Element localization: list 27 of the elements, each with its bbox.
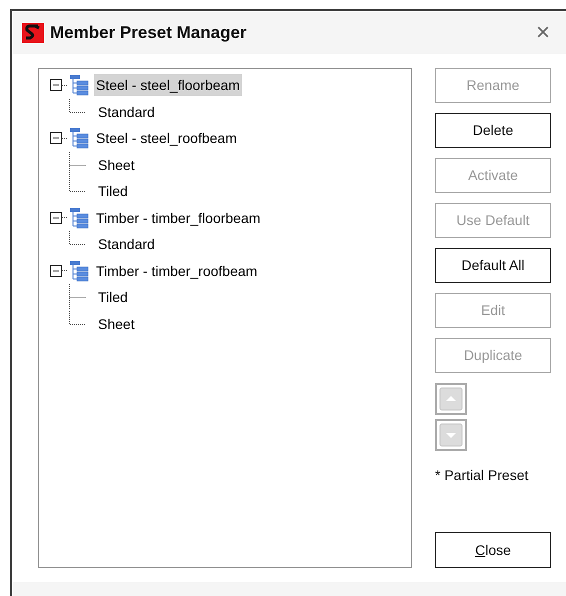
tree-icon [69,127,89,150]
tree-item[interactable]: Sheet [96,154,137,176]
close-button[interactable]: × [532,20,554,44]
tree-item[interactable]: Sheet [96,312,137,335]
tree-item[interactable]: Timber - timber_floorbeam [94,206,262,229]
tree-item[interactable]: Tiled [96,180,130,202]
action-button[interactable]: Delete [435,113,551,148]
collapse-icon[interactable] [50,264,62,277]
tree-item[interactable]: Steel - steel_floorbeam [94,74,242,96]
tree-item[interactable]: Standard [96,233,157,256]
tree-item[interactable]: Standard [96,100,157,123]
tree-icon [69,74,89,96]
collapse-icon[interactable] [50,132,62,144]
tree-line [68,98,86,112]
tree-item[interactable]: Steel - steel_roofbeam [94,127,239,150]
tree-icon [69,260,89,282]
tree-line [68,231,86,245]
action-button[interactable]: Default All [435,248,551,283]
legend-text: * Partial Preset [435,466,530,485]
window-title: Member Preset Manager [50,22,247,44]
app-logo-icon [22,22,44,42]
tree-item[interactable]: Tiled [96,286,130,308]
close-dialog-button[interactable]: Close [435,532,551,568]
tree-item[interactable]: Timber - timber_roofbeam [94,260,260,282]
collapse-icon[interactable] [50,212,62,224]
tree-icon [69,206,89,229]
collapse-icon[interactable] [50,79,62,92]
